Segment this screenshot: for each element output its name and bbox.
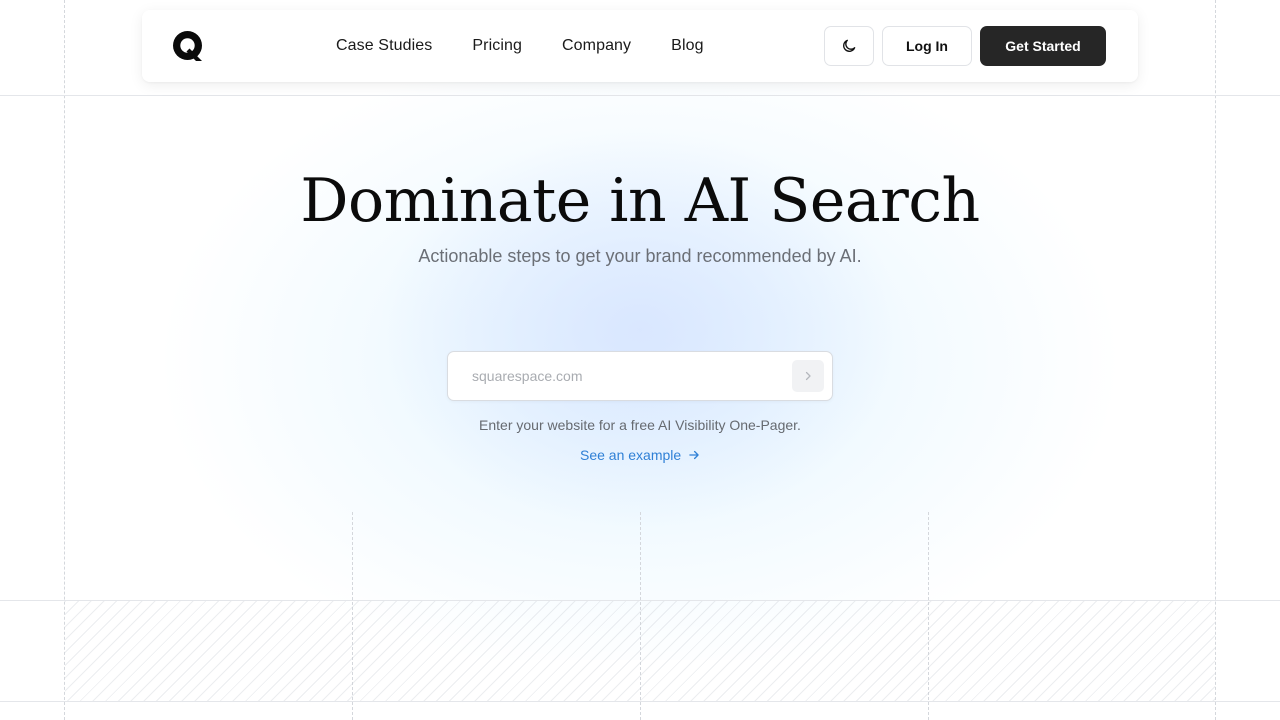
submit-button[interactable] bbox=[792, 360, 824, 392]
hatched-band bbox=[65, 601, 1215, 701]
q-logo-icon[interactable] bbox=[172, 30, 204, 62]
theme-toggle-button[interactable] bbox=[824, 26, 874, 66]
nav-link-pricing[interactable]: Pricing bbox=[472, 37, 522, 55]
arrow-right-icon bbox=[689, 450, 699, 460]
get-started-button[interactable]: Get Started bbox=[980, 26, 1106, 66]
website-input[interactable] bbox=[449, 353, 779, 399]
website-search-box bbox=[447, 351, 833, 401]
nav-links: Case Studies Pricing Company Blog bbox=[336, 10, 704, 82]
chevron-right-icon bbox=[805, 371, 811, 381]
see-example-label: See an example bbox=[580, 447, 682, 463]
section-divider-bottom bbox=[0, 701, 1280, 702]
header-divider bbox=[0, 95, 1280, 96]
navbar: Case Studies Pricing Company Blog Log In… bbox=[142, 10, 1138, 82]
guide-line-right bbox=[1215, 0, 1216, 720]
nav-link-case-studies[interactable]: Case Studies bbox=[336, 37, 432, 55]
see-example-link[interactable]: See an example bbox=[580, 445, 701, 465]
nav-link-blog[interactable]: Blog bbox=[671, 37, 703, 55]
login-button[interactable]: Log In bbox=[882, 26, 972, 66]
hero-title: Dominate in AI Search bbox=[300, 166, 980, 236]
moon-icon bbox=[843, 39, 856, 52]
hero-subtitle: Actionable steps to get your brand recom… bbox=[418, 246, 862, 266]
nav-link-company[interactable]: Company bbox=[562, 37, 631, 55]
helper-text: Enter your website for a free AI Visibil… bbox=[479, 417, 801, 433]
